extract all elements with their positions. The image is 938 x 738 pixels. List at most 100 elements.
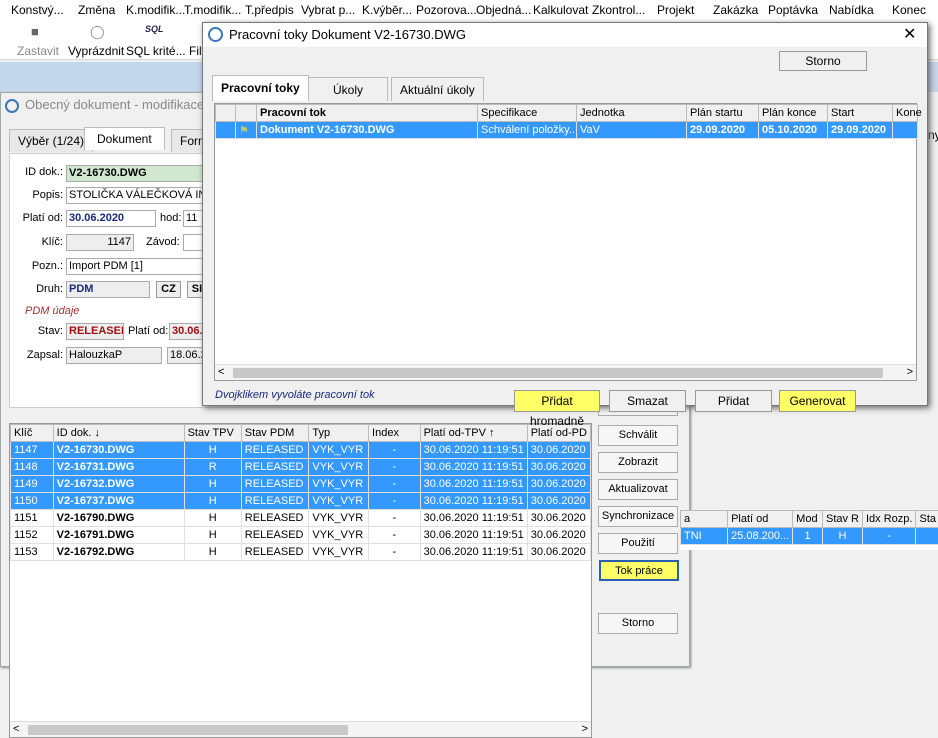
sql-criteria-button[interactable]: SQL krité... — [126, 44, 186, 58]
menu-item[interactable]: Změna — [78, 3, 115, 17]
tab-ukoly[interactable]: Úkoly — [308, 77, 388, 101]
column-header[interactable]: Platí od — [728, 511, 793, 528]
table-cell: 30.06.2020 11:19:51 — [420, 527, 527, 544]
tab-dokument[interactable]: Dokument — [84, 127, 165, 150]
tok-prace-button[interactable]: Tok práce — [599, 560, 679, 581]
column-header[interactable]: Stav R — [822, 511, 862, 528]
dialog-title: Pracovní toky Dokument V2-16730.DWG — [229, 27, 466, 47]
column-header[interactable]: Stav TPV — [184, 425, 241, 442]
table-row[interactable]: 1152V2-16791.DWGHRELEASEDVYK_VYR-30.06.2… — [11, 527, 591, 544]
table-cell: Schválení položky... — [478, 122, 577, 139]
klic-label: Klíč: — [15, 236, 63, 248]
menu-item[interactable]: Poptávka — [768, 3, 818, 17]
table-row[interactable]: 1148V2-16731.DWGRRELEASEDVYK_VYR-30.06.2… — [11, 459, 591, 476]
column-header[interactable]: a — [681, 511, 728, 528]
workflow-grid[interactable]: Pracovní tok Specifikace Jednotka Plán s… — [214, 103, 917, 381]
column-header[interactable]: Mod — [793, 511, 823, 528]
table-cell: VYK_VYR — [309, 493, 369, 510]
table-cell: V2-16791.DWG — [53, 527, 184, 544]
horizontal-scrollbar[interactable]: < > — [215, 364, 916, 380]
stop-icon: ■ — [31, 24, 39, 39]
scroll-left-icon[interactable]: < — [13, 723, 19, 735]
column-header[interactable]: Plán startu — [687, 105, 759, 122]
menu-item[interactable]: T.předpis — [245, 3, 294, 17]
pridat-hromadne-button[interactable]: Přidat hromadně — [514, 390, 600, 412]
menu-item[interactable]: T.modifik... — [184, 3, 241, 17]
synchronizace-button[interactable]: Synchronizace — [598, 506, 678, 527]
column-header[interactable]: Klíč — [11, 425, 54, 442]
column-header[interactable]: Jednotka — [577, 105, 687, 122]
aktualizovat-button[interactable]: Aktualizovat — [598, 479, 678, 500]
stop-button[interactable]: Zastavit — [17, 44, 59, 58]
table-cell: 30.06.2020 — [527, 493, 590, 510]
document-grid[interactable]: KlíčID dok. ↓Stav TPVStav PDMTypIndexPla… — [9, 423, 592, 738]
table-row[interactable]: 1149V2-16732.DWGHRELEASEDVYK_VYR-30.06.2… — [11, 476, 591, 493]
tab-aktualni-ukoly[interactable]: Aktuální úkoly — [391, 77, 484, 101]
menu-item[interactable]: K.modifik... — [126, 3, 185, 17]
table-row[interactable]: 1147V2-16730.DWGHRELEASEDVYK_VYR-30.06.2… — [11, 442, 591, 459]
scroll-right-icon[interactable]: > — [582, 723, 588, 735]
column-header[interactable]: Stav PDM — [241, 425, 309, 442]
menu-item[interactable]: Vybrat p... — [301, 3, 355, 17]
pridat-button[interactable]: Přidat — [695, 390, 772, 412]
scroll-right-icon[interactable]: > — [907, 366, 913, 378]
menu-item[interactable]: Konec — [892, 3, 926, 17]
column-header[interactable]: Index — [369, 425, 421, 442]
menu-item[interactable]: Konstvý... — [11, 3, 64, 17]
smazat-button[interactable]: Smazat — [609, 390, 686, 412]
scroll-thumb[interactable] — [233, 368, 883, 378]
table-cell: RELEASED — [241, 442, 309, 459]
column-header[interactable]: Pracovní tok — [257, 105, 478, 122]
menu-item[interactable]: Zkontrol... — [592, 3, 645, 17]
horizontal-scrollbar[interactable]: < > — [10, 721, 591, 737]
storno-button[interactable]: Storno — [598, 613, 678, 634]
tab-vyber[interactable]: Výběr (1/24) — [9, 129, 93, 152]
menu-item[interactable]: Zakázka — [713, 3, 758, 17]
menu-item[interactable]: Projekt — [657, 3, 694, 17]
menu-item[interactable]: Kalkulovat — [533, 3, 588, 17]
column-header[interactable]: Platí od-TPV ↑ — [420, 425, 527, 442]
plati-od-pdm-label: Platí od: — [128, 325, 168, 337]
column-header[interactable]: Kone — [893, 105, 918, 122]
table-row[interactable]: 1153V2-16792.DWGHRELEASEDVYK_VYR-30.06.2… — [11, 544, 591, 561]
cz-button[interactable]: CZ — [156, 281, 181, 298]
druh-field[interactable]: PDM — [66, 281, 150, 298]
table-row[interactable]: 1151V2-16790.DWGHRELEASEDVYK_VYR-30.06.2… — [11, 510, 591, 527]
table-cell: - — [369, 442, 421, 459]
column-header[interactable]: Specifikace — [478, 105, 577, 122]
column-header[interactable]: Plán konce — [759, 105, 828, 122]
scroll-thumb[interactable] — [28, 725, 348, 735]
menu-item[interactable]: K.výběr... — [362, 3, 412, 17]
zobrazit-button[interactable]: Zobrazit — [598, 452, 678, 473]
scroll-left-icon[interactable]: < — [218, 366, 224, 378]
menu-item[interactable]: Pozorova... — [416, 3, 477, 17]
table-cell: - — [369, 459, 421, 476]
clear-button[interactable]: Vyprázdnit — [68, 44, 124, 58]
menu-item[interactable]: Objedná... — [476, 3, 531, 17]
table-row[interactable]: TNI 25.08.200... 1 H - — [681, 528, 938, 545]
table-cell: RELEASED — [241, 544, 309, 561]
tab-pracovni-toky[interactable]: Pracovní toky — [212, 75, 309, 101]
column-header[interactable]: Typ — [309, 425, 369, 442]
table-row[interactable]: ⚑ Dokument V2-16730.DWG Schválení položk… — [216, 122, 918, 139]
menu-item[interactable]: Nabídka — [829, 3, 874, 17]
close-icon[interactable]: ✕ — [903, 24, 916, 44]
column-header[interactable]: Sta — [916, 511, 938, 528]
column-header[interactable]: Idx Rozp. — [863, 511, 916, 528]
related-grid[interactable]: a Platí od Mod Stav R Idx Rozp. Sta TNI … — [680, 510, 938, 550]
app-logo-icon — [208, 27, 223, 42]
pouziti-button[interactable]: Použití — [598, 533, 678, 554]
popis-field[interactable]: STOLIČKA VÁLEČKOVÁ INT — [66, 187, 206, 204]
generovat-button[interactable]: Generovat — [779, 390, 856, 412]
column-header[interactable] — [236, 105, 257, 122]
table-row[interactable]: 1150V2-16737.DWGHRELEASEDVYK_VYR-30.06.2… — [11, 493, 591, 510]
storno-button[interactable]: Storno — [779, 51, 867, 71]
column-header[interactable]: ID dok. ↓ — [53, 425, 184, 442]
plati-od-field[interactable]: 30.06.2020 — [66, 210, 156, 227]
table-cell: H — [184, 527, 241, 544]
column-header[interactable]: Start — [828, 105, 893, 122]
id-field[interactable]: V2-16730.DWG — [66, 165, 206, 182]
pozn-field[interactable]: Import PDM [1] — [66, 258, 206, 275]
schvalit-button[interactable]: Schválit — [598, 425, 678, 446]
column-header[interactable] — [216, 105, 236, 122]
